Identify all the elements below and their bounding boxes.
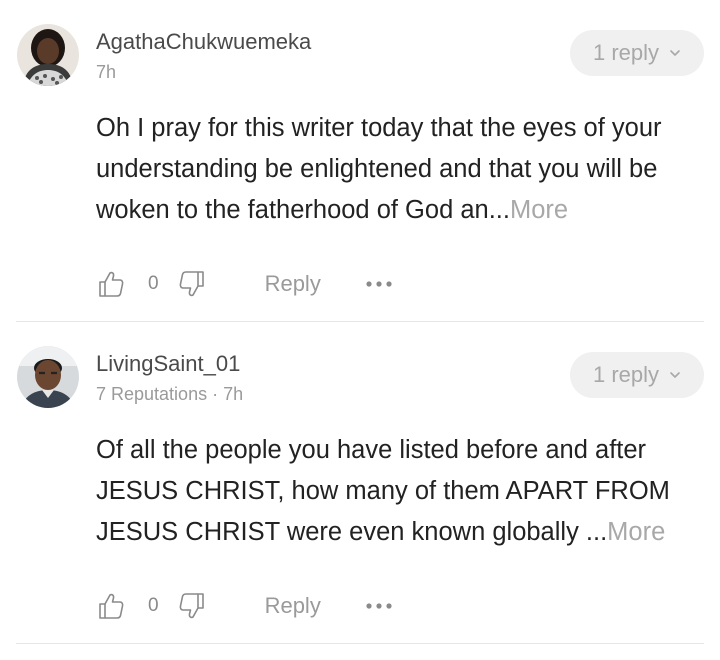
ellipsis-icon — [366, 281, 392, 287]
avatar-woman-photo-icon — [17, 24, 79, 86]
thumbs-down-icon — [179, 271, 204, 297]
dislike-button[interactable] — [177, 269, 207, 299]
more-link[interactable]: More — [510, 196, 568, 224]
like-count: 0 — [148, 273, 159, 294]
ellipsis-icon — [366, 603, 392, 609]
view-replies-button[interactable]: 1 reply — [570, 30, 704, 76]
avatar[interactable] — [17, 346, 79, 408]
username[interactable]: LivingSaint_01 — [96, 350, 240, 378]
comment-actions: 0 Reply — [96, 268, 393, 300]
divider — [16, 643, 704, 644]
chevron-down-icon — [670, 372, 680, 378]
reply-button[interactable]: Reply — [265, 593, 321, 619]
like-button[interactable] — [96, 269, 126, 299]
like-button[interactable] — [96, 591, 126, 621]
comment-item: AgathaChukwuemeka 7h 1 reply Oh I pray f… — [0, 0, 720, 322]
comment-actions: 0 Reply — [96, 590, 393, 622]
more-link[interactable]: More — [607, 518, 665, 546]
thumbs-down-icon — [179, 593, 204, 619]
more-options-button[interactable] — [365, 602, 393, 610]
avatar-man-photo-icon — [17, 346, 79, 408]
avatar[interactable] — [17, 24, 79, 86]
more-options-button[interactable] — [365, 280, 393, 288]
view-replies-button[interactable]: 1 reply — [570, 352, 704, 398]
comment-body: Oh I pray for this writer today that the… — [96, 108, 706, 231]
chevron-down-icon — [670, 50, 680, 56]
comment-meta: 7 Reputations · 7h — [96, 384, 244, 404]
comment-meta: 7h — [96, 62, 117, 82]
like-count: 0 — [148, 595, 159, 616]
reply-count-label: 1 reply — [592, 362, 660, 387]
comment-item: LivingSaint_01 7 Reputations · 7h 1 repl… — [0, 322, 720, 644]
reply-count-label: 1 reply — [592, 40, 660, 65]
username[interactable]: AgathaChukwuemeka — [96, 28, 311, 56]
thumbs-up-icon — [99, 271, 124, 297]
comment-body: Of all the people you have listed before… — [96, 430, 706, 553]
comment-text: Oh I pray for this writer today that the… — [96, 114, 662, 224]
thumbs-up-icon — [99, 593, 124, 619]
reply-button[interactable]: Reply — [265, 271, 321, 297]
dislike-button[interactable] — [177, 591, 207, 621]
comment-text: Of all the people you have listed before… — [96, 436, 670, 546]
